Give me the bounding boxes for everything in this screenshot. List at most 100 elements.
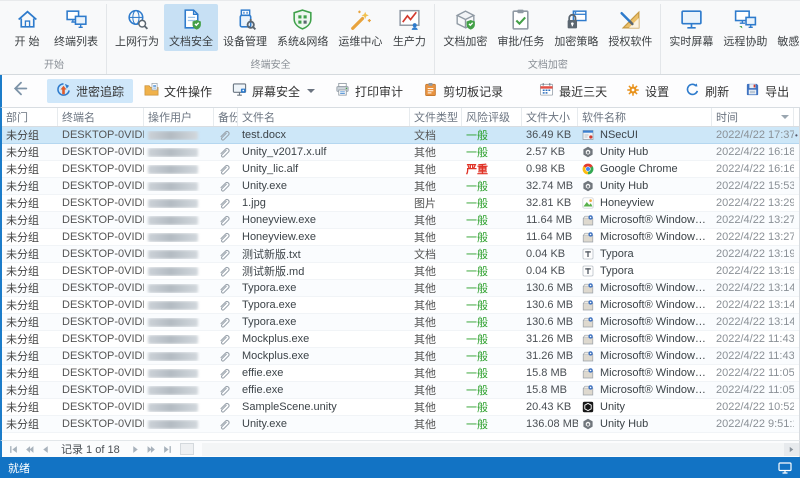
table-row[interactable]: 未分组 DESKTOP-0VIDMDJ Honeyview.exe 其他 一般 … [2, 212, 799, 229]
col-header-backup[interactable]: 备份 [214, 108, 238, 126]
pager-next-page-button[interactable] [144, 443, 160, 456]
clipboard-record-button[interactable]: 剪切板记录 [414, 79, 512, 103]
date-filter-button[interactable]: 最近三天 [530, 79, 616, 103]
backup-attachment-icon[interactable] [214, 350, 238, 363]
cell-terminal-name: DESKTOP-0VIDMDJ [62, 367, 144, 379]
status-monitor-icon[interactable] [778, 462, 792, 474]
table-row[interactable]: 未分组 DESKTOP-0VIDMDJ 测试新版.md 其他 一般 0.04 K… [2, 263, 799, 280]
cell-file-name: Honeyview.exe [242, 231, 316, 243]
backup-attachment-icon[interactable] [214, 367, 238, 380]
realtime-screen-icon [679, 7, 704, 32]
ribbon-item-remote-assist[interactable]: 远程协助 [718, 4, 772, 51]
cell-software-name: Typora [578, 265, 712, 277]
table-row[interactable]: 未分组 DESKTOP-0VIDMDJ Unity.exe 其他 一般 136.… [2, 416, 799, 433]
ribbon-item-terminal-list[interactable]: 终端列表 [49, 4, 103, 51]
col-header-risk[interactable]: 风险评级 [462, 108, 522, 126]
table-row[interactable]: 未分组 DESKTOP-0VIDMDJ SampleScene.unity 其他… [2, 399, 799, 416]
table-row[interactable]: 未分组 DESKTOP-0VIDMDJ Typora.exe 其他 一般 130… [2, 314, 799, 331]
table-row[interactable]: 未分组 DESKTOP-0VIDMDJ Unity.exe 其他 一般 32.7… [2, 178, 799, 195]
backup-attachment-icon[interactable] [214, 231, 238, 244]
ribbon-item-sensitive-scan[interactable]: 敏感内容扫描 [772, 4, 800, 51]
pager-last-button[interactable] [160, 443, 176, 456]
cell-software-name: Microsoft® Windows® Oper... [578, 350, 712, 362]
backup-attachment-icon[interactable] [214, 299, 238, 312]
ribbon-item-web-behavior[interactable]: 上网行为 [110, 4, 164, 51]
cell-operating-user [144, 385, 214, 395]
col-header-type[interactable]: 文件类型 [410, 108, 462, 126]
pager-prev-button[interactable] [37, 443, 53, 456]
table-row[interactable]: 未分组 DESKTOP-0VIDMDJ 1.jpg 图片 一般 32.81 KB… [2, 195, 799, 212]
pager-next-button[interactable] [128, 443, 144, 456]
backup-attachment-icon[interactable] [214, 401, 238, 414]
scroll-right-arrow[interactable] [784, 442, 799, 456]
ribbon-item-licensed-software[interactable]: 授权软件 [603, 4, 657, 51]
export-icon [745, 82, 760, 100]
table-row[interactable]: 未分组 DESKTOP-0VIDMDJ effie.exe 其他 一般 15.8… [2, 365, 799, 382]
table-row[interactable]: 未分组 DESKTOP-0VIDMDJ test.docx 文档 一般 36.4… [2, 127, 799, 144]
cell-file-type: 其他 [414, 215, 436, 227]
col-header-terminal[interactable]: 终端名 [58, 108, 144, 126]
col-header-more[interactable] [794, 108, 799, 126]
backup-attachment-icon[interactable] [214, 180, 238, 193]
ribbon-item-doc-security[interactable]: 文档安全 [164, 4, 218, 51]
doc-security-icon [179, 7, 204, 32]
cell-risk-rating: 严重 [466, 164, 488, 176]
backup-attachment-icon[interactable] [214, 146, 238, 159]
ribbon-item-approval-task[interactable]: 审批/任务 [492, 4, 549, 51]
screen-security-button[interactable]: 屏幕安全 [223, 79, 324, 103]
backup-attachment-icon[interactable] [214, 282, 238, 295]
table-row[interactable]: 未分组 DESKTOP-0VIDMDJ 测试新版.txt 文档 一般 0.04 … [2, 246, 799, 263]
cell-file-size: 130.6 MB [526, 299, 574, 311]
backup-attachment-icon[interactable] [214, 265, 238, 278]
table-row[interactable]: 未分组 DESKTOP-0VIDMDJ Typora.exe 其他 一般 130… [2, 297, 799, 314]
ribbon-item-device-mgmt[interactable]: 设备管理 [218, 4, 272, 51]
refresh-button[interactable]: 刷新 [679, 79, 735, 103]
print-audit-button[interactable]: 打印审计 [326, 79, 412, 103]
cell-time: 2022/4/22 9:51:17 [716, 418, 794, 430]
table-row[interactable]: 未分组 DESKTOP-0VIDMDJ Unity_v2017.x.ulf 其他… [2, 144, 799, 161]
col-header-user[interactable]: 操作用户 [144, 108, 214, 126]
backup-attachment-icon[interactable] [214, 333, 238, 346]
table-row[interactable]: 未分组 DESKTOP-0VIDMDJ Honeyview.exe 其他 一般 … [2, 229, 799, 246]
pager-prev-page-button[interactable] [21, 443, 37, 456]
table-row[interactable]: 未分组 DESKTOP-0VIDMDJ effie.exe 其他 一般 15.8… [2, 382, 799, 399]
backup-attachment-icon[interactable] [214, 248, 238, 261]
col-header-size[interactable]: 文件大小 [522, 108, 578, 126]
settings-button[interactable]: 设置 [620, 79, 675, 103]
filter-caret-icon[interactable] [781, 115, 789, 119]
leak-trace-button[interactable]: 泄密追踪 [47, 79, 134, 103]
backup-attachment-icon[interactable] [214, 197, 238, 210]
horizontal-scrollbar[interactable] [201, 442, 799, 456]
export-button[interactable]: 导出 [739, 79, 795, 103]
col-header-time[interactable]: 时间 [712, 108, 794, 126]
backup-attachment-icon[interactable] [214, 163, 238, 176]
remote-assist-icon [733, 7, 758, 32]
backup-attachment-icon[interactable] [214, 418, 238, 431]
file-ops-button[interactable]: 文件操作 [135, 79, 221, 103]
cell-risk-rating: 一般 [466, 385, 488, 397]
col-header-dept[interactable]: 部门 [2, 108, 58, 126]
table-row[interactable]: 未分组 DESKTOP-0VIDMDJ Unity_lic.alf 其他 严重 … [2, 161, 799, 178]
redacted-user [148, 232, 198, 242]
ribbon-item-system-network[interactable]: 系统&网络 [272, 4, 333, 51]
backup-attachment-icon[interactable] [214, 214, 238, 227]
pager-extra-button[interactable] [179, 443, 194, 455]
ribbon-item-productivity[interactable]: 生产力 [387, 4, 431, 51]
backup-attachment-icon[interactable] [214, 316, 238, 329]
table-row[interactable]: 未分组 DESKTOP-0VIDMDJ Mockplus.exe 其他 一般 3… [2, 348, 799, 365]
row-more-button[interactable]: ••• [794, 131, 799, 140]
ribbon-item-home[interactable]: 开 始 [5, 4, 49, 51]
col-header-file[interactable]: 文件名 [238, 108, 410, 126]
table-row[interactable]: 未分组 DESKTOP-0VIDMDJ Mockplus.exe 其他 一般 3… [2, 331, 799, 348]
backup-attachment-icon[interactable] [214, 129, 238, 142]
ribbon-item-realtime-screen[interactable]: 实时屏幕 [664, 4, 718, 51]
back-button[interactable] [12, 79, 29, 103]
backup-attachment-icon[interactable] [214, 384, 238, 397]
ribbon-item-ops-center[interactable]: 运维中心 [333, 4, 387, 51]
table-row[interactable]: 未分组 DESKTOP-0VIDMDJ Typora.exe 其他 一般 130… [2, 280, 799, 297]
pager-first-button[interactable] [5, 443, 21, 456]
cell-file-type: 文档 [414, 130, 436, 142]
ribbon-item-doc-encrypt[interactable]: 文档加密 [438, 4, 492, 51]
col-header-app[interactable]: 软件名称 [578, 108, 712, 126]
ribbon-item-encrypt-policy[interactable]: 加密策略 [549, 4, 603, 51]
